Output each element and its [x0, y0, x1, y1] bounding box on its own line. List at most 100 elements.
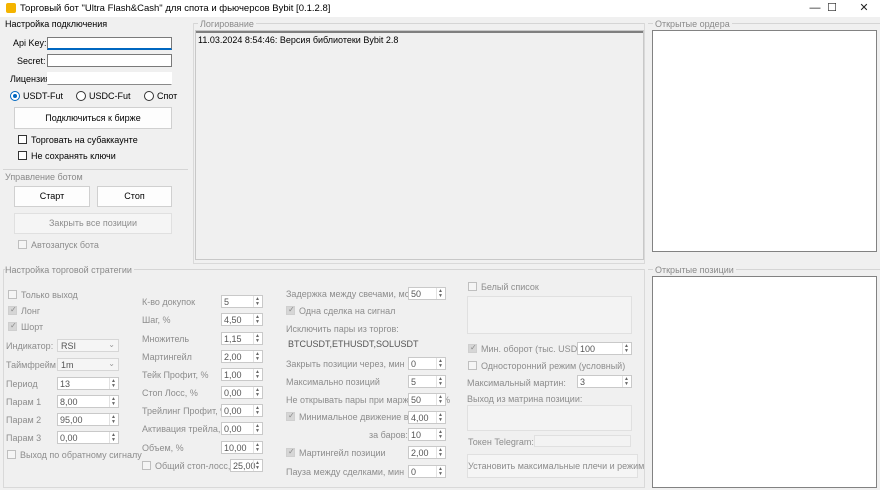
stop-button[interactable]: Стоп	[97, 186, 172, 207]
martingale-label: Мартингейл	[142, 352, 192, 362]
autostart-checkbox[interactable]	[18, 240, 27, 249]
take-profit-stepper[interactable]: 1,00 ▲ ▼	[221, 368, 263, 381]
market-radio-usdc-fut-label: USDC-Fut	[89, 91, 131, 101]
log-line: 11.03.2024 8:54:46: Версия библиотеки By…	[198, 35, 399, 45]
market-radio-usdt-fut-label: USDT-Fut	[23, 91, 64, 101]
buy-count-label: К-во докупок	[142, 297, 196, 307]
stop-loss-stepper[interactable]: 0,00 ▲ ▼	[221, 386, 263, 399]
whitelist-box[interactable]	[467, 296, 632, 334]
open-positions-list[interactable]	[652, 276, 877, 488]
secret-input[interactable]	[47, 54, 172, 67]
subaccount-label: Торговать на субаккаунте	[31, 135, 138, 145]
only-exit-checkbox[interactable]	[8, 290, 17, 299]
short-checkbox[interactable]	[8, 321, 17, 331]
log-box[interactable]: 11.03.2024 8:54:46: Версия библиотеки By…	[195, 30, 644, 260]
whitelist-checkbox[interactable]	[468, 282, 477, 291]
param2-stepper[interactable]: 95,00 ▲ ▼	[57, 413, 119, 426]
common-stop-stepper[interactable]: 25,00 ▲ ▼	[230, 459, 263, 472]
step-label: Шаг, %	[142, 315, 171, 325]
martin-exit-box[interactable]	[467, 405, 632, 431]
long-checkbox[interactable]	[8, 305, 17, 315]
maximize-button[interactable]: ☐	[815, 0, 849, 17]
candle-delay-label: Задержка между свечами, мс	[286, 289, 410, 299]
connection-group-title: Настройка подключения	[5, 19, 108, 29]
exclude-pairs-input[interactable]: BTCUSDT,ETHUSDT,SOLUSDT	[288, 339, 419, 349]
exclude-pairs-label: Исключить пары из торгов:	[286, 324, 399, 334]
min-move-stepper[interactable]: 4,00 ▲ ▼	[408, 411, 446, 424]
start-button[interactable]: Старт	[14, 186, 90, 207]
trailing-activation-label: Активация трейла, %	[142, 424, 231, 434]
indicator-select[interactable]: RSI ⌄	[57, 339, 119, 352]
telegram-label: Токен Telegram:	[468, 437, 534, 447]
max-positions-stepper[interactable]: 5 ▲ ▼	[408, 375, 446, 388]
bot-control-divider	[3, 169, 188, 170]
bot-control-group-title: Управление ботом	[5, 172, 85, 182]
period-stepper[interactable]: 13 ▲ ▼	[57, 377, 119, 390]
param3-label: Парам 3	[6, 433, 42, 443]
telegram-input[interactable]	[534, 435, 631, 447]
candle-delay-stepper[interactable]: 50 ▲ ▼	[408, 287, 446, 300]
reverse-exit-label: Выход по обратному сигналу	[20, 450, 142, 460]
buy-count-stepper[interactable]: 5 ▲ ▼	[221, 295, 263, 308]
title-bar: Торговый бот "Ultra Flash&Cash" для спот…	[0, 0, 880, 17]
market-radio-spot[interactable]	[144, 91, 154, 101]
trailing-activation-stepper[interactable]: 0,00 ▲ ▼	[221, 422, 263, 435]
close-button[interactable]: ✕	[847, 0, 880, 17]
indicator-label: Индикатор:	[6, 341, 54, 351]
param1-stepper[interactable]: 8,00 ▲ ▼	[57, 395, 119, 408]
martingale-pos-stepper[interactable]: 2,00 ▲ ▼	[408, 446, 446, 459]
take-profit-label: Тейк Профит, %	[142, 370, 209, 380]
bars-label: за баров:	[369, 430, 408, 440]
market-radio-usdc-fut[interactable]	[76, 91, 86, 101]
no-save-keys-checkbox[interactable]	[18, 151, 27, 160]
license-input[interactable]	[47, 72, 172, 85]
one-trade-checkbox[interactable]	[286, 305, 295, 315]
one-way-checkbox[interactable]	[468, 361, 477, 370]
param3-stepper[interactable]: 0,00 ▲ ▼	[57, 431, 119, 444]
min-turnover-label: Мин. оборот (тыс. USDT)	[481, 344, 586, 354]
martin-exit-label: Выход из матрина позиции:	[467, 394, 583, 404]
trailing-profit-label: Трейлинг Профит, %	[142, 406, 229, 416]
trailing-profit-stepper[interactable]: 0,00 ▲ ▼	[221, 404, 263, 417]
close-after-stepper[interactable]: 0 ▲ ▼	[408, 357, 446, 370]
autostart-label: Автозапуск бота	[31, 240, 99, 250]
max-positions-label: Максимально позиций	[286, 377, 380, 387]
api-key-input[interactable]	[47, 37, 172, 50]
market-radio-usdt-fut[interactable]	[10, 91, 20, 101]
multiplier-stepper[interactable]: 1,15 ▲ ▼	[221, 332, 263, 345]
max-martin-stepper[interactable]: 3 ▲ ▼	[577, 375, 632, 388]
common-stop-checkbox[interactable]	[142, 461, 151, 470]
volume-label: Объем, %	[142, 443, 184, 453]
reverse-exit-checkbox[interactable]	[7, 450, 16, 459]
step-stepper[interactable]: 4,50 ▲ ▼	[221, 313, 263, 326]
subaccount-checkbox[interactable]	[18, 135, 27, 144]
market-radio-spot-label: Спот	[157, 91, 178, 101]
window-title: Торговый бот "Ultra Flash&Cash" для спот…	[20, 3, 331, 14]
timeframe-label: Таймфрейм	[6, 360, 56, 370]
connect-button[interactable]: Подключиться к бирже	[14, 107, 172, 129]
param2-label: Парам 2	[6, 415, 42, 425]
close-all-positions-button[interactable]: Закрыть все позиции	[14, 213, 172, 234]
min-turnover-stepper[interactable]: 100 ▲ ▼	[577, 342, 632, 355]
set-leverage-button[interactable]: Установить максимальные плечи и режим	[467, 454, 644, 478]
volume-stepper[interactable]: 10,00 ▲ ▼	[221, 441, 263, 454]
martingale-pos-checkbox[interactable]	[286, 447, 295, 457]
param1-label: Парам 1	[6, 397, 42, 407]
no-open-margin-stepper[interactable]: 50 ▲ ▼	[408, 393, 446, 406]
bars-stepper[interactable]: 10 ▲ ▼	[408, 428, 446, 441]
min-turnover-checkbox[interactable]	[468, 343, 477, 353]
chevron-down-icon: ⌄	[108, 359, 115, 368]
app-icon	[6, 3, 16, 13]
pause-stepper[interactable]: 0 ▲ ▼	[408, 465, 446, 478]
timeframe-select[interactable]: 1m ⌄	[57, 358, 119, 371]
min-move-checkbox[interactable]	[286, 411, 295, 421]
one-trade-label: Одна сделка на сигнал	[299, 306, 396, 316]
one-way-label: Односторонний режим (условный)	[481, 361, 626, 371]
api-key-label: Api Key:	[13, 38, 47, 48]
pause-label: Пауза между сделками, мин	[286, 467, 405, 477]
stop-loss-label: Стоп Лосс, %	[142, 388, 198, 398]
no-save-keys-label: Не сохранять ключи	[31, 151, 116, 161]
open-orders-list[interactable]	[652, 30, 877, 252]
martingale-stepper[interactable]: 2,00 ▲ ▼	[221, 350, 263, 363]
whitelist-label: Белый список	[481, 282, 539, 292]
